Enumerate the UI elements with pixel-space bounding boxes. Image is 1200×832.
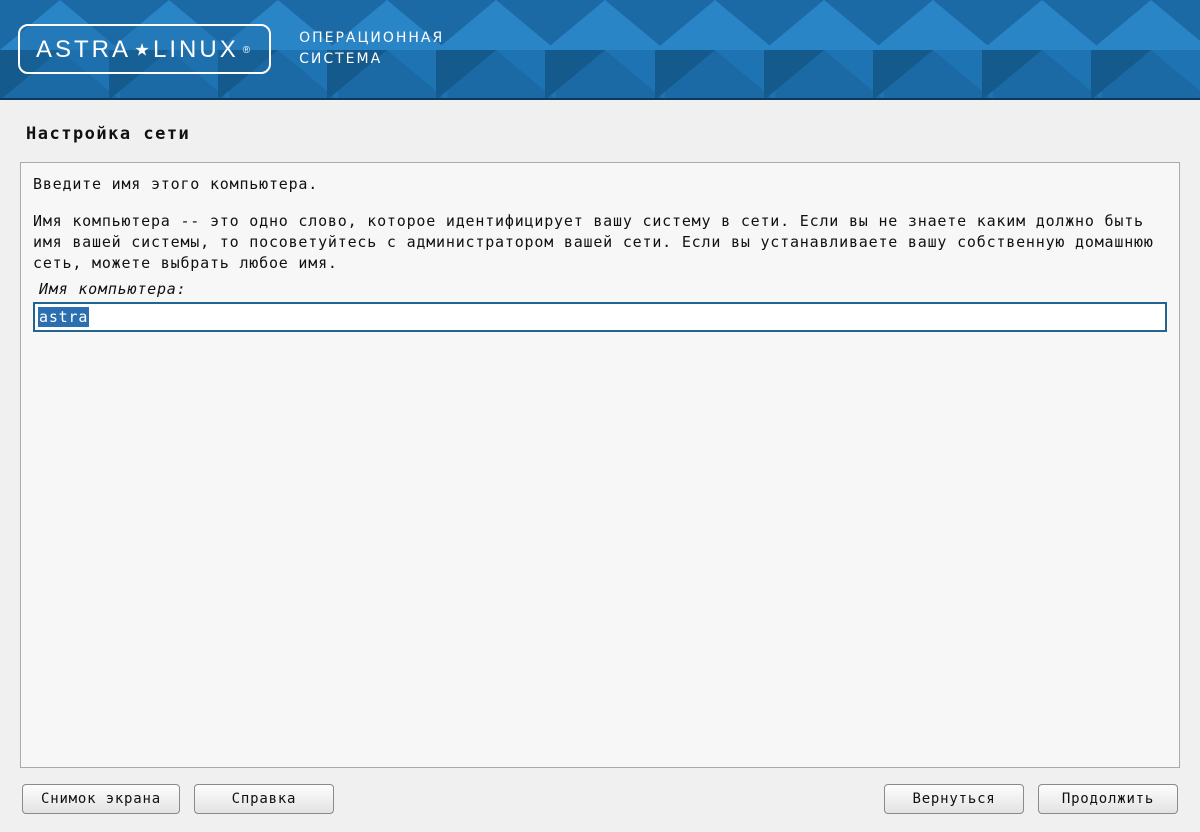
- tagline-line-1: ОПЕРАЦИОННАЯ: [299, 28, 444, 49]
- help-button[interactable]: Справка: [194, 784, 334, 814]
- back-button[interactable]: Вернуться: [884, 784, 1024, 814]
- tagline-line-2: СИСТЕМА: [299, 49, 444, 70]
- header-banner: ASTRA LINUX ® ОПЕРАЦИОННАЯ СИСТЕМА: [0, 0, 1200, 100]
- intro-text: Введите имя этого компьютера.: [33, 175, 1167, 193]
- screenshot-button[interactable]: Снимок экрана: [22, 784, 180, 814]
- page-body: Настройка сети Введите имя этого компьют…: [0, 100, 1200, 832]
- hostname-input[interactable]: [33, 302, 1167, 332]
- star-icon: [135, 43, 149, 57]
- content-panel: Введите имя этого компьютера. Имя компью…: [20, 162, 1180, 768]
- hostname-label: Имя компьютера:: [39, 280, 1167, 298]
- description-text: Имя компьютера -- это одно слово, которо…: [33, 211, 1167, 274]
- continue-button[interactable]: Продолжить: [1038, 784, 1178, 814]
- logo: ASTRA LINUX ®: [18, 24, 271, 74]
- tagline: ОПЕРАЦИОННАЯ СИСТЕМА: [299, 28, 444, 70]
- logo-word-1: ASTRA: [36, 36, 131, 64]
- page-title: Настройка сети: [26, 124, 1180, 144]
- registered-icon: ®: [243, 45, 253, 56]
- hostname-input-wrap: astra: [33, 302, 1167, 332]
- logo-word-2: LINUX: [153, 36, 239, 64]
- footer: Снимок экрана Справка Вернуться Продолжи…: [20, 768, 1180, 832]
